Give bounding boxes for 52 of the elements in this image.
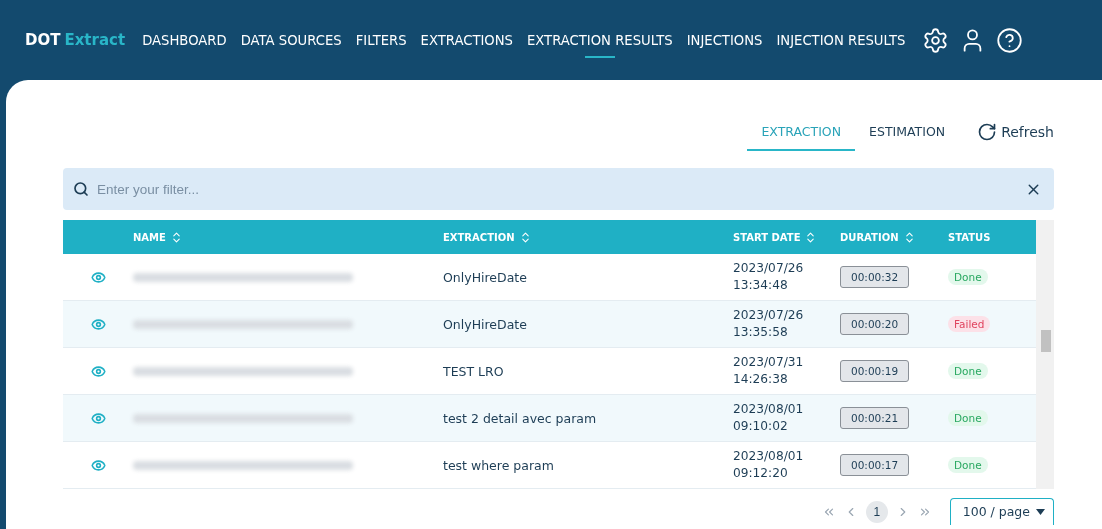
- nav-link[interactable]: EXTRACTIONS: [413, 22, 520, 58]
- search-icon: [73, 181, 89, 197]
- table-cell-text: test where param: [443, 457, 555, 473]
- view-icon[interactable]: [90, 363, 106, 379]
- date-text: 2023/07/26: [733, 260, 805, 277]
- view-icon[interactable]: [90, 316, 106, 332]
- duration-tag: 00:00:21: [840, 407, 910, 429]
- refresh-icon: [977, 121, 998, 142]
- nav-link[interactable]: INJECTION RESULTS: [769, 22, 913, 58]
- nav-link[interactable]: DASHBOARD: [135, 22, 234, 58]
- settings-icon[interactable]: [922, 26, 950, 54]
- logo-text: DOT: [25, 31, 61, 49]
- logo-text: Extract: [64, 31, 126, 49]
- duration-tag: 00:00:20: [840, 313, 910, 335]
- status-badge: Failed: [948, 316, 991, 332]
- time-text: 09:12:20: [733, 465, 789, 482]
- date-text: 2023/07/26: [733, 307, 805, 324]
- time-text: 09:10:02: [733, 418, 789, 435]
- date-text: 2023/08/01: [733, 448, 805, 465]
- nav-link[interactable]: DATA SOURCES: [233, 22, 349, 58]
- date-text: 2023/08/01: [733, 401, 805, 418]
- table-row[interactable]: OnlyHireDate 2023/07/26 13:35:58 00:00:20 Failed: [63, 301, 1036, 348]
- view-icon[interactable]: [90, 410, 106, 426]
- help-icon[interactable]: [996, 26, 1024, 54]
- tab[interactable]: ESTIMATION: [855, 118, 960, 151]
- status-badge: Done: [948, 457, 988, 473]
- table-row[interactable]: test 2 detail avec param 2023/08/01 09:10:02 00:00:21 Done: [63, 395, 1036, 442]
- status-badge: Done: [948, 363, 988, 379]
- caret-icon: [1036, 508, 1045, 515]
- table-cell-text: OnlyHireDate: [443, 269, 528, 285]
- view-icon[interactable]: [90, 269, 106, 285]
- table-cell-text: test 2 detail avec param: [443, 410, 598, 426]
- date-text: 2023/07/31: [733, 354, 805, 371]
- nav-link[interactable]: FILTERS: [348, 22, 414, 58]
- page-button[interactable]: 1: [865, 500, 888, 523]
- time-text: 14:26:38: [733, 371, 789, 388]
- scrollbar[interactable]: [1036, 220, 1054, 489]
- nav-link[interactable]: INJECTIONS: [679, 22, 770, 58]
- refresh-button[interactable]: Refresh: [977, 121, 1054, 142]
- filter-field[interactable]: Enter your filter...: [63, 168, 1054, 210]
- table-cell-text: OnlyHireDate: [443, 316, 528, 332]
- status-badge: Done: [948, 410, 988, 426]
- time-text: 13:34:48: [733, 277, 789, 294]
- duration-tag: 00:00:19: [840, 360, 910, 382]
- page-size-select[interactable]: 100 / page: [949, 498, 1054, 525]
- duration-tag: 00:00:32: [840, 266, 910, 288]
- filter-input[interactable]: Enter your filter...: [95, 180, 1019, 198]
- table-cell-text: TEST LRO: [443, 363, 505, 379]
- status-badge: Done: [948, 269, 988, 285]
- time-text: 13:35:58: [733, 324, 789, 341]
- duration-tag: 00:00:17: [840, 454, 910, 476]
- view-icon[interactable]: [90, 457, 106, 473]
